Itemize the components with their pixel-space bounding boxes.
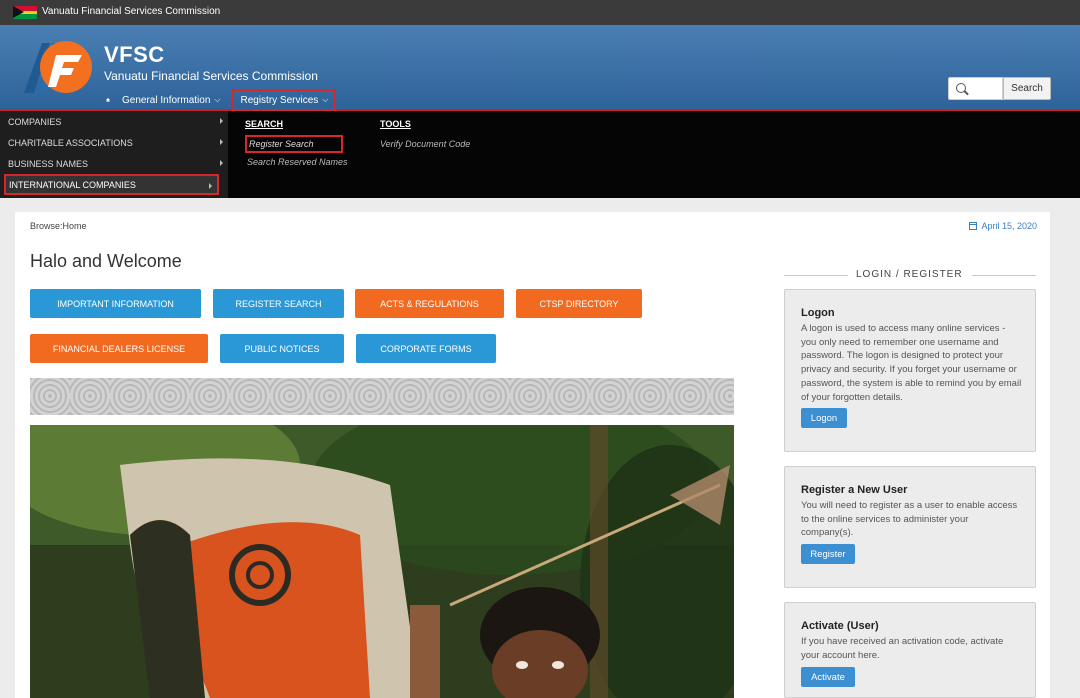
- logon-title: Logon: [801, 307, 835, 319]
- decorative-pattern-banner: [30, 378, 734, 415]
- chevron-right-icon: [209, 183, 212, 189]
- hero-photo: [30, 425, 734, 698]
- menu-item-label: CHARITABLE ASSOCIATIONS: [8, 137, 133, 148]
- register-description: You will need to register as a user to e…: [801, 500, 1018, 539]
- chevron-down-icon: ⌵: [214, 95, 221, 104]
- activate-panel: Activate (User) If you have received an …: [784, 602, 1036, 698]
- activate-title: Activate (User): [801, 620, 879, 632]
- activate-description: If you have received an activation code,…: [801, 636, 1004, 661]
- brand-subtitle: Vanuatu Financial Services Commission: [104, 69, 318, 83]
- register-search-button[interactable]: REGISTER SEARCH: [213, 289, 344, 318]
- logon-description: A logon is used to access many online se…: [801, 323, 1022, 403]
- search-box[interactable]: [948, 77, 1003, 100]
- chevron-right-icon: [220, 118, 223, 124]
- menu-item-label: INTERNATIONAL COMPANIES: [9, 179, 136, 190]
- corporate-forms-button[interactable]: CORPORATE FORMS: [356, 334, 496, 363]
- login-register-heading-text: LOGIN / REGISTER: [856, 269, 963, 280]
- chevron-right-icon: [220, 160, 223, 166]
- page-title: Halo and Welcome: [30, 251, 182, 271]
- vfsc-logo-icon[interactable]: [16, 35, 92, 97]
- tools-column-heading: TOOLS: [380, 119, 411, 129]
- registry-services-mega-menu: COMPANIES CHARITABLE ASSOCIATIONS BUSINE…: [0, 111, 1080, 198]
- financial-dealers-license-button[interactable]: FINANCIAL DEALERS LICENSE: [30, 334, 208, 363]
- verify-document-code-link[interactable]: Verify Document Code: [380, 135, 470, 153]
- menu-item-charitable-associations[interactable]: CHARITABLE ASSOCIATIONS: [0, 132, 228, 153]
- nav-general-information-label: General Information: [122, 94, 211, 106]
- header: VFSC Vanuatu Financial Services Commissi…: [0, 25, 1080, 111]
- main-content: Browse:Home April 15, 2020 Halo and Welc…: [15, 212, 1050, 698]
- menu-item-label: BUSINESS NAMES: [8, 158, 89, 169]
- login-register-heading: LOGIN / REGISTER: [784, 269, 1036, 281]
- chevron-right-icon: [220, 139, 223, 145]
- registry-category-list: COMPANIES CHARITABLE ASSOCIATIONS BUSINE…: [0, 111, 228, 198]
- public-notices-button[interactable]: PUBLIC NOTICES: [220, 334, 344, 363]
- logon-panel: Logon A logon is used to access many onl…: [784, 289, 1036, 452]
- important-information-button[interactable]: IMPORTANT INFORMATION: [30, 289, 201, 318]
- page-date: April 15, 2020: [969, 221, 1037, 231]
- activate-button[interactable]: Activate: [801, 667, 855, 687]
- search-button[interactable]: Search: [1003, 77, 1051, 100]
- top-strip: Vanuatu Financial Services Commission: [0, 0, 1080, 25]
- ctsp-directory-button[interactable]: CTSP DIRECTORY: [516, 289, 642, 318]
- site-name: Vanuatu Financial Services Commission: [42, 6, 221, 17]
- search-reserved-names-link[interactable]: Search Reserved Names: [245, 153, 348, 171]
- nav-registry-services-label: Registry Services: [240, 94, 319, 106]
- logon-button[interactable]: Logon: [801, 408, 847, 428]
- search-icon: [956, 83, 966, 93]
- breadcrumb: Browse:Home: [30, 221, 87, 231]
- register-title: Register a New User: [801, 484, 908, 496]
- brand-title: VFSC: [104, 42, 165, 67]
- register-panel: Register a New User You will need to reg…: [784, 466, 1036, 588]
- chevron-down-icon: ⌵: [322, 95, 329, 104]
- vanuatu-flag-icon: [13, 6, 37, 19]
- page-date-text: April 15, 2020: [981, 221, 1037, 231]
- nav-registry-services[interactable]: Registry Services ⌵: [232, 89, 337, 111]
- register-button[interactable]: Register: [801, 544, 855, 564]
- menu-item-companies[interactable]: COMPANIES: [0, 111, 228, 132]
- home-icon[interactable]: [100, 92, 116, 108]
- acts-regulations-button[interactable]: ACTS & REGULATIONS: [355, 289, 504, 318]
- main-nav: General Information ⌵ Registry Services …: [100, 88, 337, 112]
- search-input[interactable]: [971, 80, 1001, 97]
- search-column-heading: SEARCH: [245, 119, 284, 129]
- calendar-icon: [969, 222, 978, 230]
- menu-item-international-companies[interactable]: INTERNATIONAL COMPANIES: [4, 174, 219, 195]
- search-column: SEARCH Register Search Search Reserved N…: [245, 119, 348, 171]
- register-search-link[interactable]: Register Search: [245, 135, 343, 153]
- menu-item-label: COMPANIES: [8, 116, 62, 127]
- menu-item-business-names[interactable]: BUSINESS NAMES: [0, 153, 228, 174]
- nav-general-information[interactable]: General Information ⌵: [116, 89, 226, 111]
- tools-column: TOOLS Verify Document Code: [380, 119, 470, 153]
